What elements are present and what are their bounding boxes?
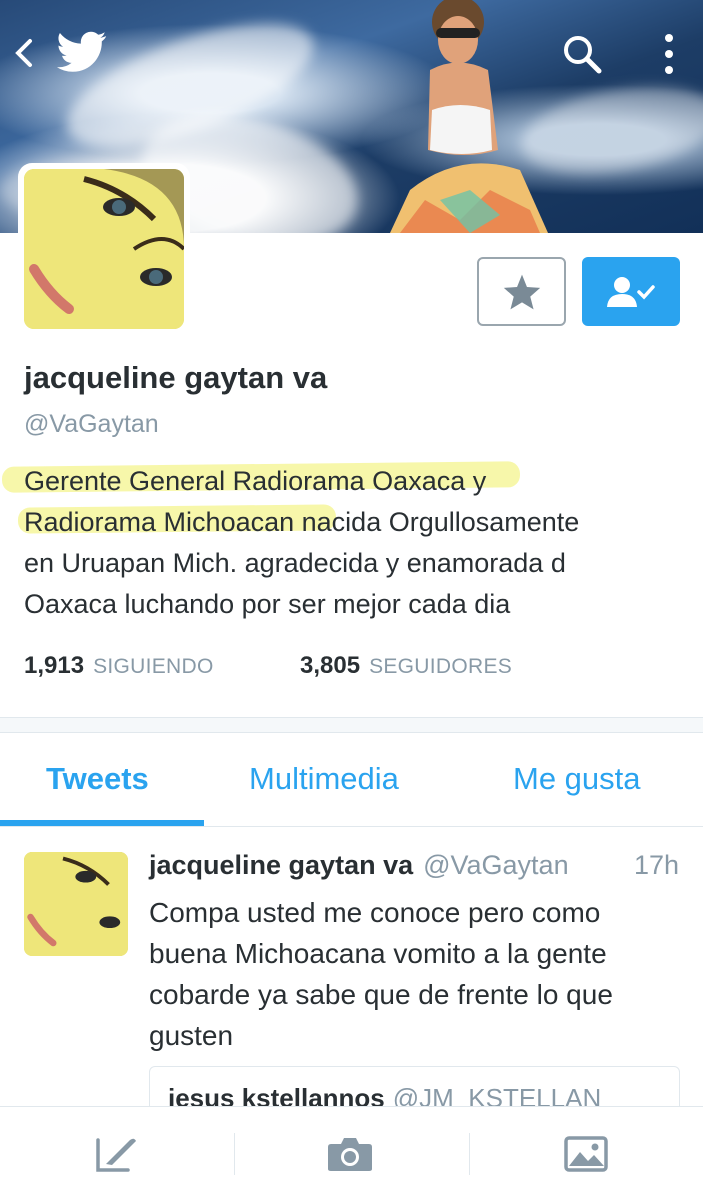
twitter-bird-icon (57, 31, 107, 72)
toolbar-separator (469, 1133, 470, 1175)
bottom-toolbar (0, 1106, 703, 1200)
followers-label: SEGUIDORES (369, 655, 513, 678)
profile-handle: @VaGaytan (24, 410, 159, 438)
favorite-notifications-button[interactable] (477, 257, 566, 326)
camera-button[interactable] (320, 1129, 380, 1179)
bio-text: Radiorama Michoacan (24, 507, 295, 537)
tweet-header: jacqueline gaytan va @VaGaytan 17h (149, 850, 689, 881)
tab-likes[interactable]: Me gusta (513, 761, 641, 797)
toolbar-separator (234, 1133, 235, 1175)
compose-icon (96, 1138, 136, 1172)
profile-stats: 1,913 SIGUIENDO 3,805 SEGUIDORES (24, 652, 512, 680)
profile-bio: Gerente General Radiorama Oaxaca y Radio… (24, 461, 694, 625)
profile-tabs: Tweets Multimedia Me gusta (0, 733, 703, 827)
user-check-icon (607, 276, 655, 307)
star-icon (503, 274, 540, 309)
more-vertical-icon (665, 34, 673, 74)
profile-name: jacqueline gaytan va (24, 360, 328, 395)
image-button[interactable] (556, 1129, 616, 1179)
tab-multimedia[interactable]: Multimedia (249, 761, 399, 797)
bio-text: nacida Orgullosamente (294, 507, 580, 537)
bio-text: Oaxaca luchando por ser mejor cada dia (24, 589, 511, 619)
twitter-logo (56, 28, 108, 76)
following-label: SIGUIENDO (93, 655, 214, 678)
banner-person-photo (390, 0, 548, 233)
compose-button[interactable] (86, 1129, 146, 1179)
bio-text: Gerente General Radiorama Oaxaca (24, 466, 466, 496)
bio-text: en Uruapan Mich. agradecida y enamorada … (24, 548, 566, 578)
image-icon (564, 1136, 608, 1172)
following-button[interactable] (582, 257, 680, 326)
back-button[interactable] (6, 30, 42, 76)
profile-avatar[interactable] (18, 163, 190, 335)
active-tab-indicator (0, 820, 204, 826)
following-stat[interactable]: 1,913 SIGUIENDO (24, 652, 300, 680)
followers-count: 3,805 (300, 652, 361, 679)
following-count: 1,913 (24, 652, 85, 679)
more-options-button[interactable] (654, 28, 684, 80)
tweet-author-handle[interactable]: @VaGaytan (423, 850, 568, 881)
tweet-timestamp: 17h (633, 850, 679, 880)
tweet-avatar[interactable] (24, 852, 128, 956)
section-divider (0, 717, 703, 733)
search-icon (564, 36, 602, 74)
avatar-face-photo (24, 169, 184, 329)
avatar-face-photo (24, 852, 128, 956)
bio-text: y (465, 466, 487, 496)
chevron-left-icon (15, 39, 32, 67)
tweet-author-name[interactable]: jacqueline gaytan va (149, 850, 413, 881)
camera-icon (328, 1138, 372, 1171)
search-button[interactable] (556, 28, 608, 80)
tab-tweets[interactable]: Tweets (46, 761, 149, 797)
followers-stat[interactable]: 3,805 SEGUIDORES (300, 652, 512, 680)
tweet-text: Compa usted me conoce pero como buena Mi… (149, 897, 613, 1051)
